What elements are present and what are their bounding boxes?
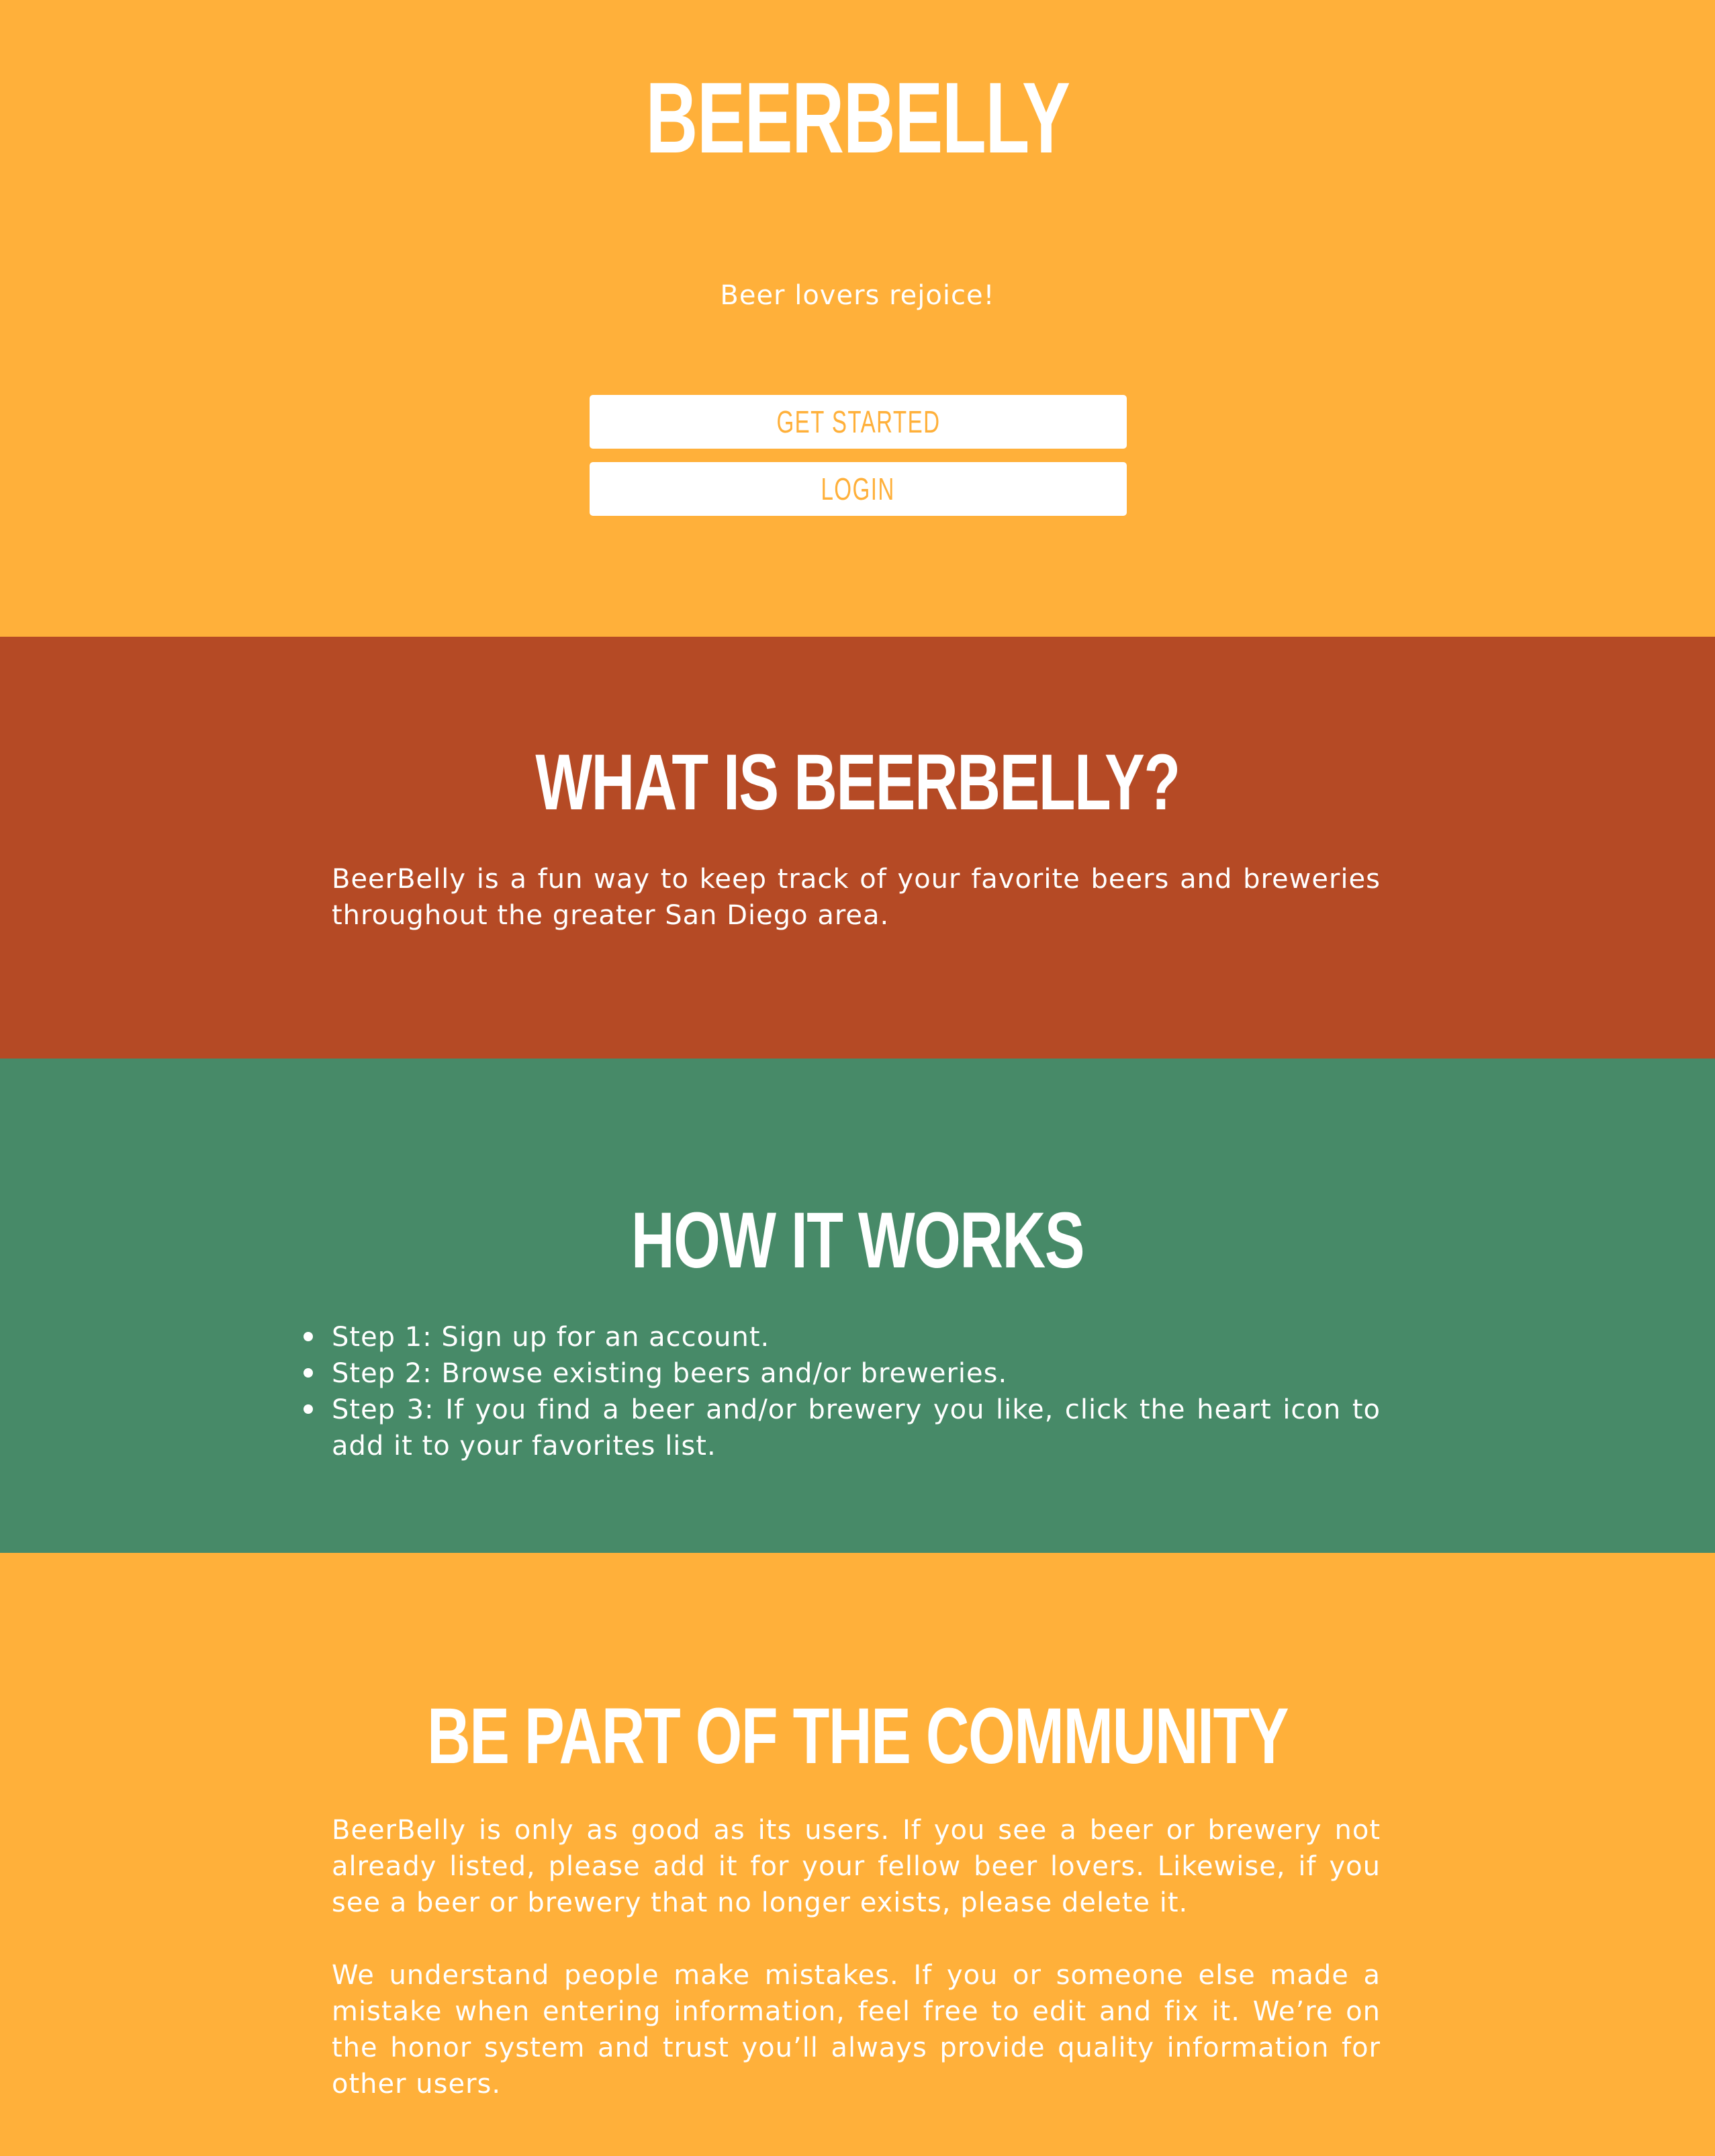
step-item: Step 2: Browse existing beers and/or bre… bbox=[304, 1355, 1381, 1392]
step-item: Step 3: If you find a beer and/or brewer… bbox=[304, 1392, 1381, 1464]
login-button[interactable]: Login bbox=[590, 462, 1127, 516]
step-item: Step 1: Sign up for an account. bbox=[304, 1319, 1381, 1355]
how-it-works-heading: How it works bbox=[631, 1196, 1085, 1285]
bullet-icon bbox=[304, 1368, 313, 1378]
get-started-button[interactable]: Get Started bbox=[590, 395, 1127, 449]
bullet-icon bbox=[304, 1404, 313, 1414]
login-label: Login bbox=[821, 471, 896, 506]
about-text: BeerBelly is a fun way to keep track of … bbox=[332, 864, 1381, 931]
step-text: Step 2: Browse existing beers and/or bre… bbox=[332, 1358, 1008, 1389]
steps-content: Step 1: Sign up for an account. Step 2: … bbox=[304, 1319, 1381, 1464]
how-it-works-section: How it works Step 1: Sign up for an acco… bbox=[0, 1059, 1715, 1553]
hero-section: BeerBelly Beer lovers rejoice! Get Start… bbox=[0, 0, 1715, 637]
step-text: Step 1: Sign up for an account. bbox=[332, 1322, 770, 1353]
community-paragraph: BeerBelly is only as good as its users. … bbox=[332, 1815, 1381, 1918]
community-content: BeerBelly is only as good as its users. … bbox=[332, 1812, 1381, 2102]
tagline: Beer lovers rejoice! bbox=[720, 280, 995, 311]
community-section: Be part of the community BeerBelly is on… bbox=[0, 1553, 1715, 2156]
step-text: Step 3: If you find a beer and/or brewer… bbox=[332, 1394, 1381, 1462]
about-content: BeerBelly is a fun way to keep track of … bbox=[332, 861, 1381, 934]
community-heading: Be part of the community bbox=[426, 1692, 1289, 1781]
community-paragraph: We understand people make mistakes. If y… bbox=[332, 1960, 1381, 2100]
steps-list: Step 1: Sign up for an account. Step 2: … bbox=[304, 1319, 1381, 1464]
bullet-icon bbox=[304, 1332, 313, 1341]
about-section: What is BeerBelly? BeerBelly is a fun wa… bbox=[0, 637, 1715, 1059]
brand-title: BeerBelly bbox=[645, 61, 1070, 174]
about-heading: What is BeerBelly? bbox=[535, 738, 1180, 827]
get-started-label: Get Started bbox=[776, 404, 941, 439]
